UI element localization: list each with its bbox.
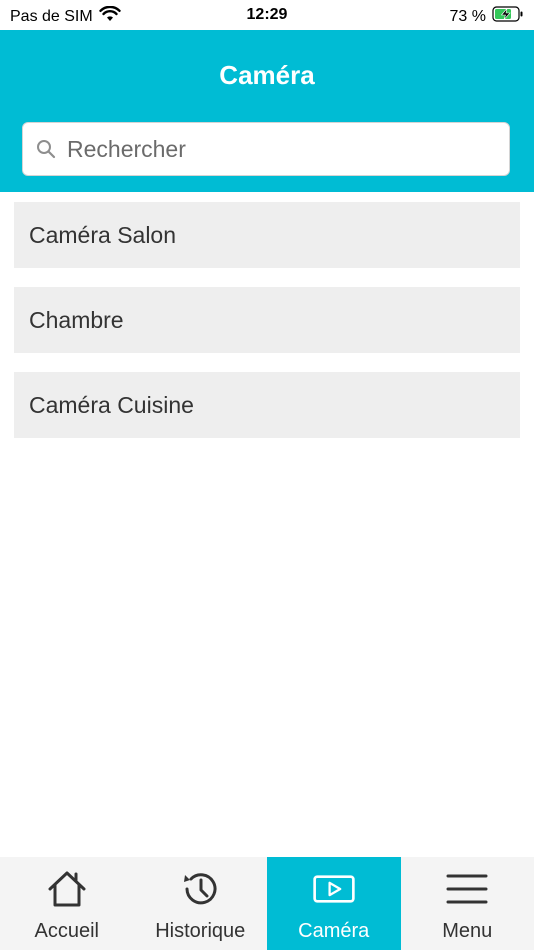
camera-label: Caméra Cuisine	[29, 391, 194, 418]
status-bar: Pas de SIM 12:29 73 %	[0, 0, 534, 30]
home-icon	[45, 867, 89, 911]
tab-label: Caméra	[298, 920, 370, 942]
tab-accueil[interactable]: Accueil	[0, 857, 134, 950]
camera-list-item-salon[interactable]: Caméra Salon	[14, 202, 520, 268]
search-bar[interactable]	[22, 122, 510, 176]
video-play-icon	[312, 867, 356, 911]
tab-bar: Accueil Historique Caméra Menu	[0, 857, 534, 950]
camera-list: Caméra Salon Chambre Caméra Cuisine	[14, 202, 520, 457]
tab-label: Historique	[155, 920, 246, 942]
tab-label: Accueil	[34, 920, 99, 942]
header: Caméra	[0, 30, 534, 192]
history-icon	[178, 867, 222, 911]
search-input[interactable]	[67, 135, 487, 163]
hamburger-menu-icon	[445, 867, 489, 911]
battery-percentage: 73 %	[449, 7, 486, 25]
search-icon	[35, 138, 57, 160]
camera-label: Caméra Salon	[29, 221, 177, 248]
tab-label: Menu	[442, 920, 493, 942]
camera-list-item-chambre[interactable]: Chambre	[14, 287, 520, 353]
page-title: Caméra	[219, 60, 315, 90]
tab-camera[interactable]: Caméra	[267, 857, 401, 950]
camera-label: Chambre	[29, 306, 124, 333]
tab-menu[interactable]: Menu	[401, 857, 534, 950]
camera-list-item-cuisine[interactable]: Caméra Cuisine	[14, 372, 520, 438]
battery-charging-icon	[492, 6, 524, 27]
tab-historique[interactable]: Historique	[134, 857, 268, 950]
status-battery: 73 %	[450, 6, 524, 27]
